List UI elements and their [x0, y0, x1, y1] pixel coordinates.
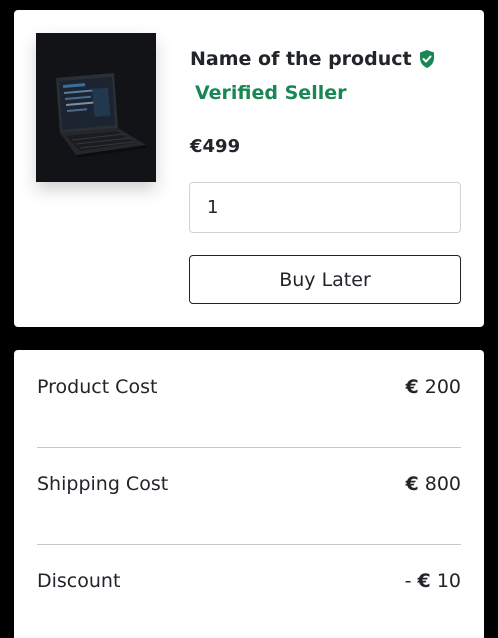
summary-label: Product Cost [37, 376, 158, 398]
summary-label: Discount [37, 570, 121, 592]
buy-later-button[interactable]: Buy Later [189, 255, 461, 304]
value-amount: 10 [436, 570, 461, 592]
quantity-input[interactable] [189, 182, 461, 233]
checkout-page: Name of the product Verified Seller €499… [0, 0, 498, 638]
value-prefix: - [404, 570, 418, 592]
value-amount: 800 [424, 473, 461, 495]
divider [37, 544, 461, 545]
product-image [36, 33, 156, 182]
currency-symbol: € [405, 473, 419, 495]
product-card: Name of the product Verified Seller €499… [14, 10, 484, 327]
product-name: Name of the product [190, 48, 412, 70]
summary-row: Shipping Cost € 800 [37, 473, 461, 495]
summary-value: € 200 [405, 376, 461, 398]
summary-value: - € 10 [405, 570, 461, 592]
summary-row: Discount - € 10 [37, 570, 461, 592]
laptop-image [36, 33, 156, 182]
currency-symbol: € [405, 376, 419, 398]
verified-seller-label: Verified Seller [195, 82, 347, 104]
summary-label: Shipping Cost [37, 473, 169, 495]
product-price: €499 [190, 136, 241, 157]
summary-row: Product Cost € 200 [37, 376, 461, 398]
summary-value: € 800 [405, 473, 461, 495]
cost-summary-card: Product Cost € 200 Shipping Cost € 800 D… [14, 350, 484, 638]
divider [37, 447, 461, 448]
product-title-row: Name of the product [190, 48, 436, 70]
value-amount: 200 [424, 376, 461, 398]
currency-symbol: € [417, 570, 431, 592]
shield-check-icon [418, 49, 436, 69]
